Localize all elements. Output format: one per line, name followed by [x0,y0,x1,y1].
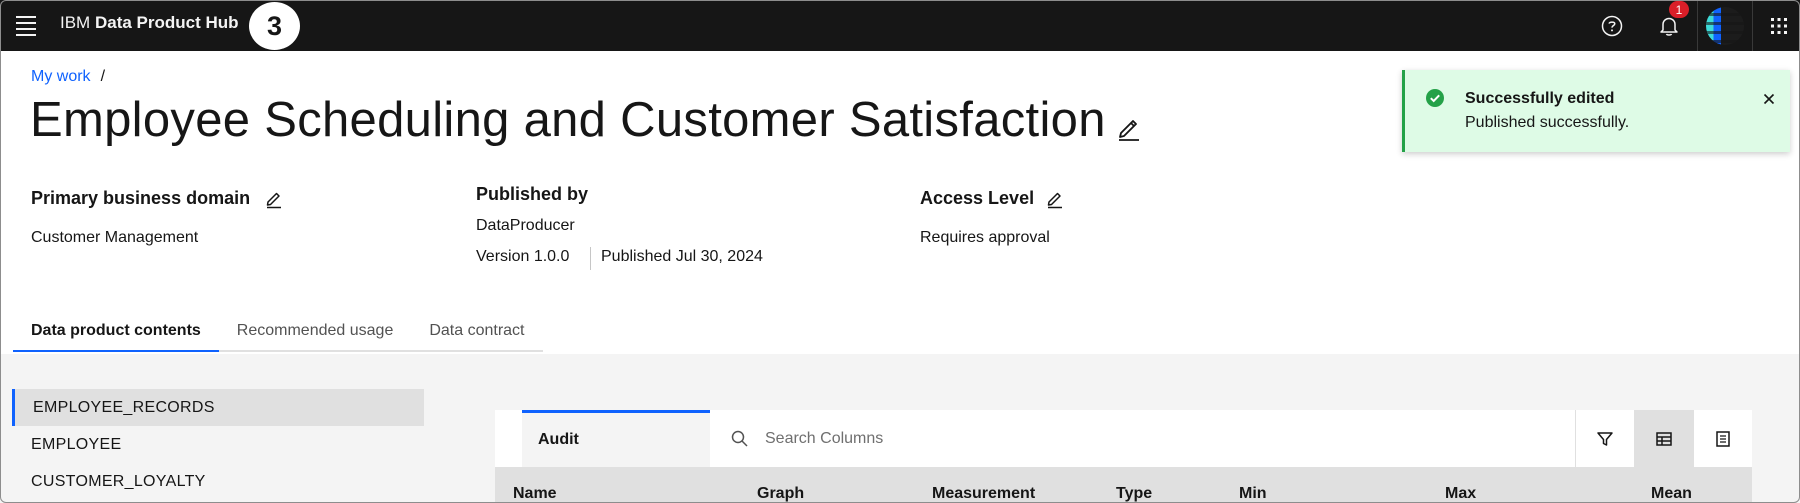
table-header: Name Graph Measurement Type Min Max Mean [495,467,1752,503]
header-divider [1752,0,1753,51]
success-toast: Successfully edited Published successful… [1402,70,1790,152]
help-icon[interactable] [1587,0,1637,51]
tab-list: Data product contents Recommended usage … [13,312,543,352]
page-title: Employee Scheduling and Customer Satisfa… [30,93,1106,147]
asset-item-customer-loyalty[interactable]: CUSTOMER_LOYALTY [12,463,424,500]
version-text: Version 1.0.0 [476,248,570,265]
avatar [1706,6,1744,45]
tab-data-contract[interactable]: Data contract [411,312,543,352]
column-header-mean[interactable]: Mean [1651,485,1692,503]
header-divider [1697,0,1698,51]
published-by-label: Published by [476,184,589,204]
table-view-button[interactable] [1634,410,1693,467]
column-header-name[interactable]: Name [513,485,557,503]
app-switcher-icon[interactable] [1757,0,1800,51]
tab-recommended-usage[interactable]: Recommended usage [218,312,412,352]
published-date: Published Jul 30, 2024 [601,248,763,265]
details-view-button[interactable] [1693,410,1752,467]
asset-item-employee-records[interactable]: EMPLOYEE_RECORDS [12,389,424,426]
meta-divider [590,247,591,270]
checkmark-circle-icon [1425,88,1445,108]
search-columns-input[interactable] [765,422,1535,456]
column-header-type[interactable]: Type [1116,485,1152,503]
column-header-measurement[interactable]: Measurement [932,485,1035,503]
user-avatar-button[interactable] [1700,0,1750,51]
toast-subtitle: Published successfully. [1465,114,1630,131]
close-icon[interactable] [1758,88,1780,110]
table-toolbar: Audit [495,410,1752,467]
column-header-min[interactable]: Min [1239,485,1267,503]
audit-tab[interactable]: Audit [522,410,710,467]
top-header: IBM Data Product Hub 3 1 [0,0,1800,51]
domain-value: Customer Management [31,229,199,246]
brand-product: Data Product Hub [94,13,239,32]
step-badge: 3 [249,2,300,50]
edit-title-icon[interactable] [1115,114,1143,142]
breadcrumb-my-work[interactable]: My work [31,68,91,86]
column-header-graph[interactable]: Graph [757,485,804,503]
access-level-label: Access Level [920,188,1035,208]
table-icon [1656,431,1672,446]
notification-count-badge: 1 [1669,1,1689,18]
product-brand[interactable]: IBM Data Product Hub [60,13,239,33]
filter-button[interactable] [1575,410,1634,467]
search-icon [730,429,750,449]
column-header-max[interactable]: Max [1445,485,1476,503]
brand-ibm: IBM [60,13,91,32]
document-list-icon [1716,430,1730,447]
published-by-value: DataProducer [476,217,575,234]
menu-icon[interactable] [8,8,44,44]
access-level-value: Requires approval [920,229,1050,246]
asset-list: EMPLOYEE_RECORDS EMPLOYEE CUSTOMER_LOYAL… [12,389,424,500]
edit-access-icon[interactable] [1045,189,1065,209]
tab-data-product-contents[interactable]: Data product contents [13,312,219,352]
asset-item-employee[interactable]: EMPLOYEE [12,426,424,463]
filter-icon [1597,431,1613,446]
toast-title: Successfully edited [1465,90,1615,107]
breadcrumb-separator: / [100,68,106,85]
domain-label: Primary business domain [31,188,251,208]
edit-domain-icon[interactable] [264,189,284,209]
breadcrumb: My work / [31,68,105,86]
